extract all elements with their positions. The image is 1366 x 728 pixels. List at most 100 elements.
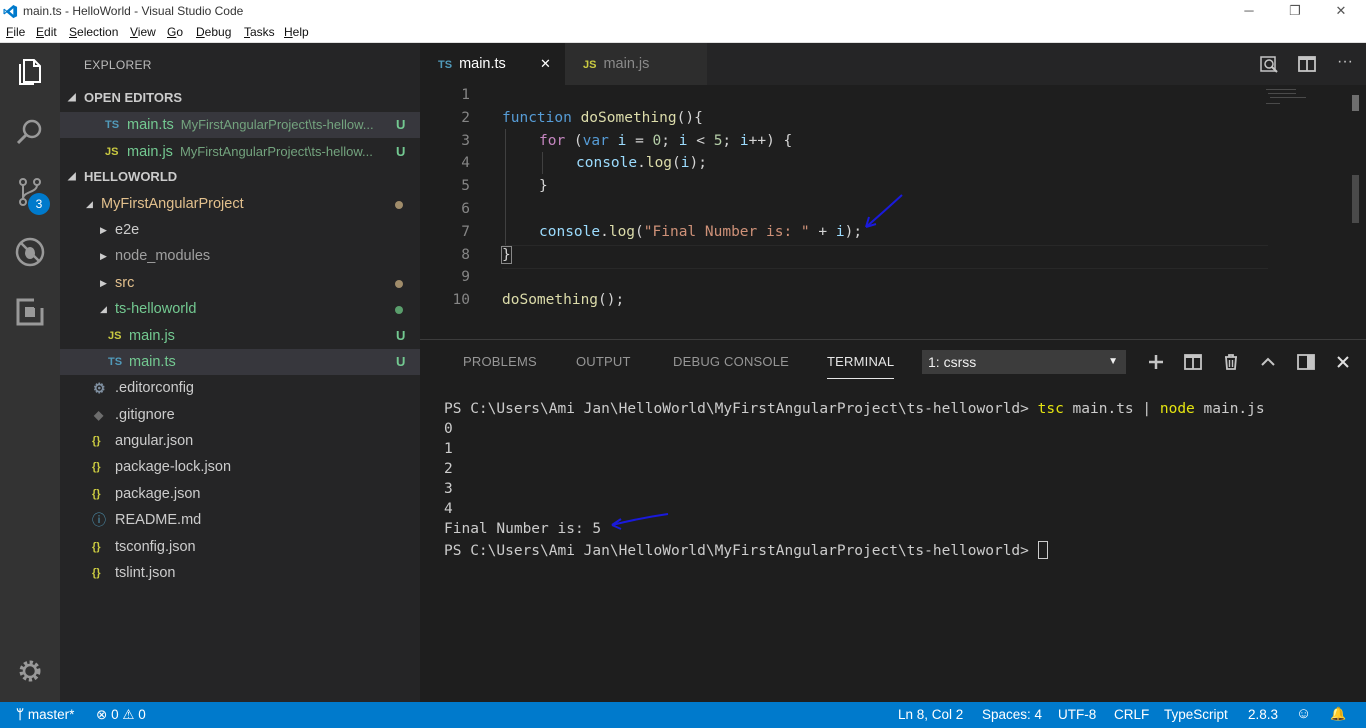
file-package-json[interactable]: {} package.json <box>60 481 420 507</box>
feedback-smiley-icon[interactable]: ☺ <box>1296 705 1311 722</box>
split-editor-button[interactable] <box>1296 53 1318 75</box>
terminal-output-line: 3 <box>444 481 453 497</box>
scrollbar-track[interactable] <box>1352 175 1359 223</box>
folder-node-modules[interactable]: ▶ node_modules <box>60 243 420 269</box>
code-line-3: for (var i = 0; i < 5; i++) { <box>539 133 793 149</box>
notifications-bell-icon[interactable]: 🔔 <box>1330 706 1346 722</box>
terminal-output-line: 0 <box>444 421 453 437</box>
minimize-button[interactable]: ─ <box>1226 0 1272 23</box>
menu-selection[interactable]: Selection <box>69 25 118 39</box>
info-file-icon: ⓘ <box>92 512 106 528</box>
tab-output[interactable]: OUTPUT <box>576 354 631 369</box>
chevron-up-icon[interactable] <box>1258 352 1278 372</box>
open-editors-section[interactable]: ◢ OPEN EDITORS <box>60 86 420 110</box>
open-editor-main-ts[interactable]: TS main.ts MyFirstAngularProject\ts-hello… <box>60 112 420 138</box>
menu-file[interactable]: File <box>6 25 25 39</box>
untracked-status: U <box>396 328 406 343</box>
maximize-button[interactable]: ❐ <box>1272 0 1318 23</box>
encoding-setting[interactable]: UTF-8 <box>1058 707 1096 722</box>
language-mode[interactable]: TypeScript <box>1164 707 1228 722</box>
code-editor[interactable]: 1 2 3 4 5 6 7 8 9 10 function doSomethin… <box>420 85 1366 339</box>
scm-badge: 3 <box>28 193 50 215</box>
chevron-right-icon: ▶ <box>100 251 107 261</box>
branch-indicator[interactable]: ᛘ master* <box>16 707 74 722</box>
menu-debug[interactable]: Debug <box>196 25 231 39</box>
file-main-ts[interactable]: TS main.ts U <box>60 349 420 375</box>
line-number: 8 <box>461 247 470 263</box>
problems-indicator[interactable]: ⊗ 0 ⚠ 0 <box>96 707 146 723</box>
menu-tasks[interactable]: Tasks <box>244 25 275 39</box>
file-tslint-json[interactable]: {} tslint.json <box>60 560 420 586</box>
javascript-file-icon: JS <box>108 330 122 342</box>
annotation-arrow-icon <box>865 194 903 228</box>
chevron-down-icon: ◢ <box>68 92 76 103</box>
scrollbar-thumb[interactable] <box>1352 95 1359 111</box>
tab-debug-console[interactable]: DEBUG CONSOLE <box>673 354 789 369</box>
title-bar: main.ts - HelloWorld - Visual Studio Cod… <box>0 0 1366 23</box>
menu-edit[interactable]: Edit <box>36 25 57 39</box>
line-number: 1 <box>461 87 470 103</box>
open-editor-main-js[interactable]: JS main.js MyFirstAngularProject\ts-hello… <box>60 139 420 165</box>
vscode-logo-icon <box>3 4 18 19</box>
minimap[interactable] <box>1266 87 1316 109</box>
close-window-button[interactable]: ✕ <box>1318 0 1364 23</box>
explorer-activity-button[interactable] <box>14 56 46 88</box>
menu-help[interactable]: Help <box>284 25 309 39</box>
more-actions-button[interactable]: ··· <box>1334 53 1356 75</box>
json-file-icon: {} <box>92 567 101 579</box>
extensions-activity-button[interactable] <box>14 296 46 328</box>
git-file-icon: ◆ <box>94 408 104 422</box>
javascript-file-icon: JS <box>105 146 119 158</box>
indentation-setting[interactable]: Spaces: 4 <box>982 707 1042 722</box>
tab-main-js[interactable]: JS main.js <box>565 43 707 85</box>
toggle-panel-position-icon[interactable] <box>1296 352 1316 372</box>
folder-ts-helloworld[interactable]: ◢ ts-helloworld <box>60 296 420 322</box>
file-editorconfig[interactable]: ⚙ .editorconfig <box>60 375 420 401</box>
new-terminal-icon[interactable] <box>1146 352 1166 372</box>
menu-go[interactable]: Go <box>167 25 183 39</box>
line-number: 9 <box>461 269 470 285</box>
trash-icon[interactable] <box>1221 352 1241 372</box>
close-tab-button[interactable]: ✕ <box>540 43 551 85</box>
terminal-select[interactable]: 1: csrss ▼ <box>922 350 1126 374</box>
menu-bar: File Edit Selection View Go Debug Tasks … <box>0 23 1366 43</box>
extensions-icon <box>16 298 44 326</box>
search-activity-button[interactable] <box>14 116 46 148</box>
menu-view[interactable]: View <box>130 25 156 39</box>
json-file-icon: {} <box>92 461 101 473</box>
tab-problems[interactable]: PROBLEMS <box>463 354 537 369</box>
terminal-line-command[interactable]: PS C:\Users\Ami Jan\HelloWorld\MyFirstAn… <box>444 401 1265 417</box>
file-readme[interactable]: ⓘ README.md <box>60 507 420 533</box>
modified-dot <box>395 280 403 288</box>
bottom-panel: PROBLEMS OUTPUT DEBUG CONSOLE TERMINAL 1… <box>420 339 1366 702</box>
typescript-version[interactable]: 2.8.3 <box>1248 707 1278 722</box>
settings-activity-button[interactable] <box>14 655 46 687</box>
json-file-icon: {} <box>92 488 101 500</box>
folder-project[interactable]: ◢ MyFirstAngularProject <box>60 191 420 217</box>
code-line-2: function doSomething(){ <box>502 110 703 126</box>
line-number: 4 <box>461 155 470 171</box>
search-icon <box>16 119 42 145</box>
indent-guide <box>542 152 543 174</box>
line-number: 10 <box>452 292 470 308</box>
tab-main-ts[interactable]: TS main.ts ✕ <box>420 43 565 85</box>
file-main-js[interactable]: JS main.js U <box>60 323 420 349</box>
workspace-section[interactable]: ◢ HELLOWORLD <box>60 165 420 189</box>
close-panel-icon[interactable] <box>1333 352 1353 372</box>
open-changes-button[interactable] <box>1258 53 1280 75</box>
file-gitignore[interactable]: ◆ .gitignore <box>60 402 420 428</box>
file-tsconfig-json[interactable]: {} tsconfig.json <box>60 534 420 560</box>
file-package-lock-json[interactable]: {} package-lock.json <box>60 454 420 480</box>
file-angular-json[interactable]: {} angular.json <box>60 428 420 454</box>
folder-e2e[interactable]: ▶ e2e <box>60 217 420 243</box>
split-terminal-icon[interactable] <box>1183 352 1203 372</box>
line-number: 7 <box>461 224 470 240</box>
debug-activity-button[interactable] <box>14 236 46 268</box>
terminal-prompt-line[interactable]: PS C:\Users\Ami Jan\HelloWorld\MyFirstAn… <box>444 541 1048 559</box>
eol-setting[interactable]: CRLF <box>1114 707 1149 722</box>
folder-src[interactable]: ▶ src <box>60 270 420 296</box>
split-editor-icon <box>1298 56 1316 72</box>
terminal-output-final: Final Number is: 5 <box>444 521 602 537</box>
tab-terminal[interactable]: TERMINAL <box>827 354 895 379</box>
cursor-position[interactable]: Ln 8, Col 2 <box>898 707 963 722</box>
